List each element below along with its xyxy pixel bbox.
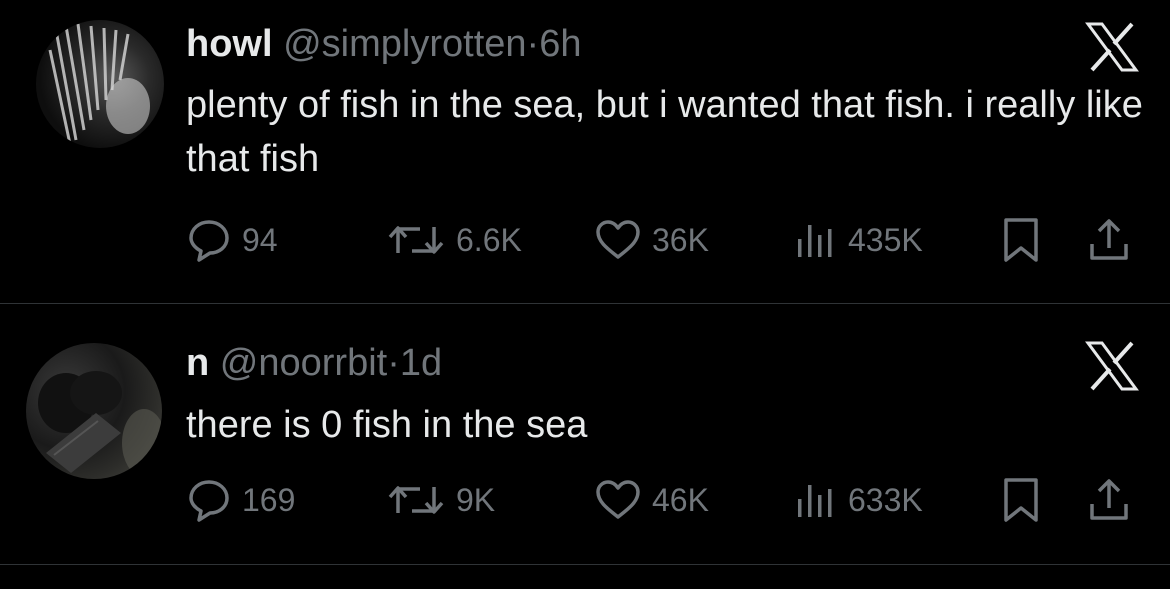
repost-count: 9K	[456, 481, 496, 518]
timestamp[interactable]: 1d	[400, 342, 442, 384]
reply-icon	[186, 477, 232, 523]
x-logo-icon[interactable]	[1084, 22, 1140, 72]
tweet-actions: 94 6.6K 36K 435K	[0, 210, 1170, 270]
avatar[interactable]	[26, 343, 162, 479]
avatar[interactable]	[36, 20, 164, 148]
views-count: 435K	[848, 221, 923, 258]
divider	[0, 564, 1170, 565]
repost-icon	[386, 217, 446, 263]
reply-count: 94	[242, 221, 278, 258]
separator-dot: ·	[387, 342, 400, 384]
tweet-header: howl @simplyrotten·6h	[186, 22, 581, 66]
like-count: 46K	[652, 481, 709, 518]
reply-count: 169	[242, 481, 296, 518]
views-button[interactable]: 633K	[792, 470, 923, 530]
tweet-actions: 169 9K 46K 633K	[0, 470, 1170, 530]
repost-button[interactable]: 9K	[386, 470, 495, 530]
tweet-2[interactable]: n @noorrbit·1d there is 0 fish in the se…	[0, 305, 1170, 565]
share-button[interactable]	[1086, 210, 1132, 270]
like-count: 36K	[652, 221, 709, 258]
tweet-1[interactable]: howl @simplyrotten·6h plenty of fish in …	[0, 0, 1170, 304]
bookmark-button[interactable]	[998, 210, 1044, 270]
separator-dot: ·	[526, 23, 540, 65]
repost-icon	[386, 477, 446, 523]
tweet-text: plenty of fish in the sea, but i wanted …	[186, 84, 1143, 180]
reply-button[interactable]: 169	[186, 470, 295, 530]
views-count: 633K	[848, 481, 923, 518]
share-icon	[1086, 476, 1132, 524]
repost-button[interactable]: 6.6K	[386, 210, 522, 270]
share-icon	[1086, 216, 1132, 264]
share-button[interactable]	[1086, 470, 1132, 530]
views-icon	[792, 477, 838, 523]
divider	[0, 303, 1170, 304]
heart-icon	[594, 217, 642, 263]
display-name[interactable]: howl	[186, 23, 273, 65]
tweet-header: n @noorrbit·1d	[186, 341, 442, 385]
user-handle[interactable]: @noorrbit	[220, 342, 387, 384]
views-icon	[792, 217, 838, 263]
timestamp[interactable]: 6h	[539, 23, 581, 65]
bookmark-icon	[998, 476, 1044, 524]
x-logo-icon[interactable]	[1084, 341, 1140, 391]
display-name[interactable]: n	[186, 342, 209, 384]
tweet-text: there is 0 fish in the sea	[186, 404, 588, 446]
like-button[interactable]: 36K	[594, 210, 709, 270]
heart-icon	[594, 477, 642, 523]
like-button[interactable]: 46K	[594, 470, 709, 530]
bookmark-button[interactable]	[998, 470, 1044, 530]
reply-button[interactable]: 94	[186, 210, 278, 270]
user-handle[interactable]: @simplyrotten	[283, 23, 526, 65]
reply-icon	[186, 217, 232, 263]
bookmark-icon	[998, 216, 1044, 264]
views-button[interactable]: 435K	[792, 210, 923, 270]
repost-count: 6.6K	[456, 221, 522, 258]
